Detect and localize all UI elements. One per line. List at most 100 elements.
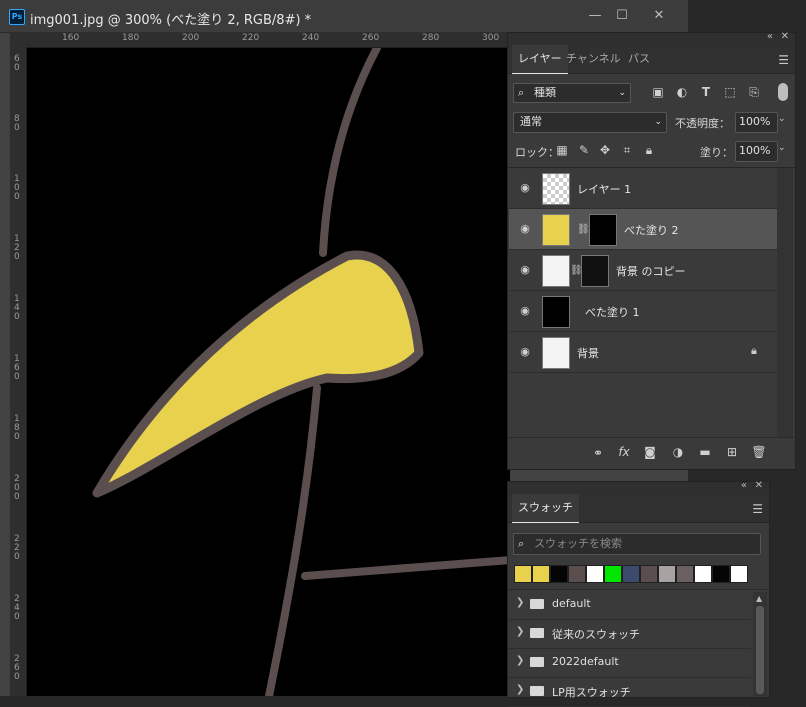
chevron-right-icon[interactable]: ❯ xyxy=(516,626,524,637)
lock-artboard-icon[interactable]: ⌗ xyxy=(619,143,635,158)
color-swatch[interactable] xyxy=(694,565,712,583)
chevron-down-icon[interactable]: ⌄ xyxy=(778,114,786,124)
color-swatch[interactable] xyxy=(532,565,550,583)
pixel-filter-icon[interactable]: ▣ xyxy=(650,85,666,99)
swatch-folder[interactable]: ❯ 従来のスウォッチ xyxy=(508,619,751,649)
adjustment-icon[interactable]: ◑ xyxy=(670,445,686,459)
swatches-scrollbar[interactable]: ▲ xyxy=(753,592,767,696)
link-icon[interactable]: ⛓ xyxy=(577,224,590,235)
upper-line-stroke xyxy=(319,48,381,257)
layer-row[interactable]: ◉ 背景 🔒︎ xyxy=(509,332,777,373)
tab-swatches[interactable]: スウォッチ xyxy=(512,494,579,523)
ruler-label: 200 xyxy=(182,33,200,43)
mask-thumbnail xyxy=(589,214,617,246)
maximize-button[interactable]: ☐ xyxy=(611,8,633,24)
swatch-folder[interactable]: ❯ 2022default xyxy=(508,648,751,678)
color-swatch[interactable] xyxy=(712,565,730,583)
scroll-thumb[interactable] xyxy=(756,606,764,694)
layer-row[interactable]: ◉ レイヤー 1 xyxy=(509,168,777,209)
horizontal-ruler[interactable]: 160 180 200 220 240 260 280 300 xyxy=(10,32,510,48)
lock-all-icon[interactable]: 🔒︎ xyxy=(641,143,657,158)
panel-header[interactable]: « ✕ xyxy=(508,31,795,45)
layer-row[interactable]: ◉ ⛓ べた塗り 2 xyxy=(509,209,777,250)
scroll-up-icon[interactable]: ▲ xyxy=(756,594,762,603)
chevron-right-icon[interactable]: ❯ xyxy=(516,655,524,666)
color-swatch[interactable] xyxy=(676,565,694,583)
folder-icon[interactable]: ▬ xyxy=(697,445,713,459)
adjustment-filter-icon[interactable]: ◐ xyxy=(674,85,690,99)
ruler-label: 1 4 0 xyxy=(14,294,20,322)
filter-toggle[interactable] xyxy=(778,83,788,101)
panel-header[interactable]: « ✕ xyxy=(508,480,769,494)
collapse-icon[interactable]: « xyxy=(767,31,773,42)
close-panel-icon[interactable]: ✕ xyxy=(755,480,763,491)
layer-row[interactable]: ◉ ⛓ 背景 のコピー xyxy=(509,250,777,291)
chevron-right-icon[interactable]: ❯ xyxy=(516,597,524,608)
trash-icon[interactable]: 🗑︎ xyxy=(751,445,767,459)
collapse-icon[interactable]: « xyxy=(741,480,747,491)
tab-paths[interactable]: パス xyxy=(622,45,656,73)
ruler-label: 220 xyxy=(242,33,260,43)
lock-paint-icon[interactable]: ✎ xyxy=(576,143,592,157)
link-icon[interactable]: ⚭ xyxy=(590,446,606,460)
color-swatch[interactable] xyxy=(514,565,532,583)
eye-icon[interactable]: ◉ xyxy=(518,304,532,318)
document-title-bar[interactable]: Ps img001.jpg @ 300% (べた塗り 2, RGB/8#) * … xyxy=(0,0,688,33)
ruler-label: 2 4 0 xyxy=(14,594,20,622)
lock-icon: 🔒︎ xyxy=(751,344,757,357)
layer-row[interactable]: ◉ べた塗り 1 xyxy=(509,291,777,332)
document-canvas[interactable] xyxy=(27,48,510,696)
minimize-button[interactable]: — xyxy=(584,8,606,24)
ruler-label: 2 6 0 xyxy=(14,654,20,682)
ruler-label: 1 8 0 xyxy=(14,414,20,442)
layer-name: レイヤー 1 xyxy=(577,183,632,196)
opacity-input[interactable]: 100% xyxy=(735,112,778,133)
layer-filter-select[interactable]: ⌕ 種類 ⌄ xyxy=(513,83,631,103)
lock-transparent-icon[interactable]: ▦ xyxy=(554,143,570,157)
mask-icon[interactable]: ◙ xyxy=(642,445,658,459)
ruler-label: 300 xyxy=(482,33,500,43)
color-swatch[interactable] xyxy=(604,565,622,583)
filter-label: 種類 xyxy=(534,86,556,99)
layer-name: 背景 xyxy=(577,347,599,360)
color-swatch[interactable] xyxy=(622,565,640,583)
vertical-ruler[interactable]: 6 0 8 0 1 0 0 1 2 0 1 4 0 1 6 0 1 8 0 2 … xyxy=(10,47,27,696)
eye-icon[interactable]: ◉ xyxy=(518,345,532,359)
close-panel-icon[interactable]: ✕ xyxy=(781,31,789,42)
layer-thumbnail xyxy=(542,337,570,369)
color-swatch[interactable] xyxy=(550,565,568,583)
color-swatch[interactable] xyxy=(730,565,748,583)
lock-move-icon[interactable]: ✥ xyxy=(597,143,613,157)
layers-scrollbar[interactable] xyxy=(777,168,793,438)
swatch-folder[interactable]: ❯ default xyxy=(508,590,751,620)
color-swatch[interactable] xyxy=(658,565,676,583)
eye-icon[interactable]: ◉ xyxy=(518,222,532,236)
ruler-label: 260 xyxy=(362,33,380,43)
swatch-folder[interactable]: ❯ LP用スウォッチ xyxy=(508,677,751,707)
blend-mode-select[interactable]: 通常 ⌄ xyxy=(513,112,667,133)
eye-icon[interactable]: ◉ xyxy=(518,263,532,277)
fx-icon[interactable]: fx xyxy=(616,445,632,459)
panel-menu-icon[interactable]: ☰ xyxy=(752,502,763,516)
chevron-down-icon[interactable]: ⌄ xyxy=(778,143,786,153)
panel-menu-icon[interactable]: ☰ xyxy=(778,53,789,67)
ruler-label: 1 6 0 xyxy=(14,354,20,382)
ruler-label: 280 xyxy=(422,33,440,43)
fill-layer-thumbnail xyxy=(542,296,570,328)
swatch-search-input[interactable]: ⌕ スウォッチを検索 xyxy=(513,533,761,555)
ruler-label: 6 0 xyxy=(14,54,20,73)
type-filter-icon[interactable]: T xyxy=(698,85,714,99)
tab-channels[interactable]: チャンネル xyxy=(560,45,627,73)
color-swatch[interactable] xyxy=(640,565,658,583)
mask-thumbnail xyxy=(581,255,609,287)
smart-object-filter-icon[interactable]: ⎘ xyxy=(746,85,762,100)
close-button[interactable]: ✕ xyxy=(648,8,670,24)
vertical-line-stroke xyxy=(265,384,321,696)
fill-input[interactable]: 100% xyxy=(735,141,778,162)
color-swatch[interactable] xyxy=(586,565,604,583)
new-layer-icon[interactable]: ⊞ xyxy=(724,445,740,459)
chevron-right-icon[interactable]: ❯ xyxy=(516,684,524,695)
shape-filter-icon[interactable]: ⬚ xyxy=(722,85,738,99)
color-swatch[interactable] xyxy=(568,565,586,583)
eye-icon[interactable]: ◉ xyxy=(518,181,532,195)
